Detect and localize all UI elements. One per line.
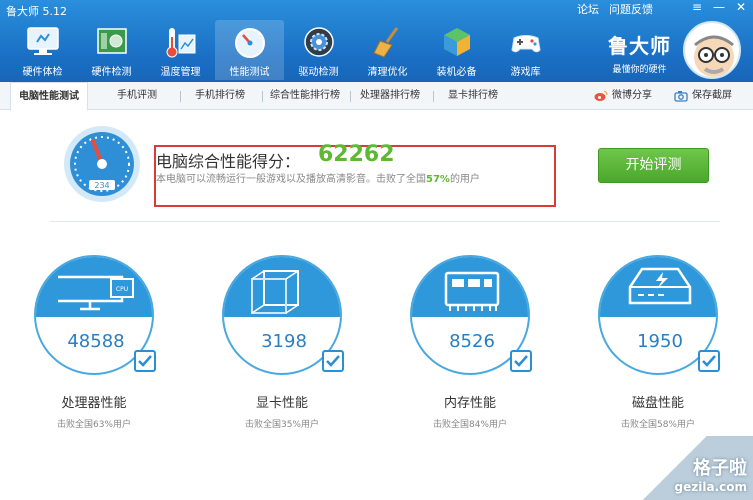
save-screenshot-label: 保存截屏 (692, 90, 732, 101)
start-test-button[interactable]: 开始评测 (598, 148, 709, 183)
nav-essentials[interactable]: 装机必备 (422, 20, 491, 80)
score-label: 电脑综合性能得分： (156, 152, 301, 171)
tab-bar: 电脑性能测试 手机评测 手机排行榜 综合性能排行榜 处理器排行榜 显卡排行榜 微… (0, 82, 753, 111)
nav-label: 清理优化 (367, 67, 408, 78)
weibo-share-button[interactable]: 微博分享 (594, 82, 652, 110)
score-value: 62262 (318, 142, 395, 167)
disk-rank: 击败全国58%用户 (620, 420, 695, 430)
disk-card[interactable]: 1950 磁盘性能 击败全国58%用户 (598, 255, 728, 435)
cpu-rank: 击败全国63%用户 (56, 420, 131, 430)
score-desc-suffix: 的用户 (449, 174, 480, 185)
cpu-score: 48588 (67, 331, 125, 352)
memory-rank: 击败全国84%用户 (432, 420, 507, 430)
nav-label: 性能测试 (229, 67, 270, 78)
broom-icon (368, 24, 408, 60)
section-divider (50, 221, 720, 222)
nav-label: 游戏库 (510, 67, 541, 78)
nav-cleanup[interactable]: 清理优化 (353, 20, 422, 80)
svg-text:CPU: CPU (116, 286, 128, 293)
tab-separator (350, 91, 351, 102)
nav-label: 硬件体检 (22, 67, 63, 78)
score-desc-prefix: 本电脑可以流畅运行一般游戏以及播放高清影音。击败了全国 (156, 174, 426, 185)
nav-hardware-checkup[interactable]: 硬件体检 (8, 20, 77, 80)
watermark: 格子啦 gezila.com (675, 454, 747, 494)
memory-chip-icon (412, 257, 528, 317)
gpu-card[interactable]: 3198 显卡性能 击败全国35%用户 (222, 255, 352, 435)
tab-overall-ranking[interactable]: 综合性能排行榜 (270, 82, 340, 110)
tab-gpu-ranking[interactable]: 显卡排行榜 (448, 82, 498, 110)
nav-hardware-detect[interactable]: 硬件检测 (77, 20, 146, 80)
gauge-icon: 234 (64, 126, 140, 202)
disk-score: 1950 (637, 331, 683, 352)
tab-phone-ranking[interactable]: 手机排行榜 (195, 82, 245, 110)
nav-performance-test[interactable]: 性能测试 (215, 20, 284, 80)
memory-score: 8526 (449, 331, 495, 352)
tab-separator (180, 91, 181, 102)
gpu-cube-icon (224, 257, 340, 317)
memory-card[interactable]: 8526 内存性能 击败全国84%用户 (410, 255, 540, 435)
weibo-share-label: 微博分享 (612, 90, 652, 101)
tab-phone-review[interactable]: 手机评测 (117, 82, 157, 110)
check-icon (134, 350, 156, 372)
gpu-label: 显卡性能 (255, 396, 308, 411)
tab-pc-performance[interactable]: 电脑性能测试 (10, 82, 88, 111)
title-bar: 鲁大师 5.12 论坛 问题反馈 ≡ — ✕ 硬件体检 硬件检测 温度管理 性能… (0, 0, 753, 82)
save-screenshot-button[interactable]: 保存截屏 (674, 82, 732, 110)
nav-label: 硬件检测 (91, 67, 132, 78)
check-icon (698, 350, 720, 372)
nav-game-library[interactable]: 游戏库 (491, 20, 560, 80)
motherboard-icon (92, 24, 132, 60)
cpu-label: 处理器性能 (61, 396, 127, 411)
nav-label: 装机必备 (436, 67, 477, 78)
menu-button[interactable]: ≡ (689, 0, 705, 14)
nav-temperature[interactable]: 温度管理 (146, 20, 215, 80)
check-icon (322, 350, 344, 372)
gpu-score: 3198 (261, 331, 307, 352)
tab-cpu-ranking[interactable]: 处理器排行榜 (360, 82, 420, 110)
score-desc-percent: 57% (426, 174, 450, 185)
top-links: 论坛 问题反馈 (577, 1, 653, 17)
camera-icon (674, 91, 688, 102)
tab-separator (433, 91, 434, 102)
avatar[interactable] (683, 21, 741, 79)
check-icon (510, 350, 532, 372)
cpu-card[interactable]: CPU 48588 处理器性能 击败全国63%用户 (34, 255, 164, 435)
mascot-icon (694, 35, 734, 77)
watermark-url: gezila.com (674, 480, 747, 494)
feedback-link[interactable]: 问题反馈 (609, 1, 653, 17)
minimize-button[interactable]: — (711, 0, 727, 14)
close-button[interactable]: ✕ (733, 0, 749, 14)
gamepad-icon (506, 24, 546, 60)
gear-cd-icon (299, 24, 339, 60)
tab-separator (262, 91, 263, 102)
watermark-text: 格子啦 (693, 458, 747, 479)
hard-disk-icon (600, 257, 716, 317)
speedometer-icon (230, 24, 270, 60)
nav-label: 驱动检测 (298, 67, 339, 78)
disk-label: 磁盘性能 (631, 396, 684, 411)
nav-driver-detect[interactable]: 驱动检测 (284, 20, 353, 80)
weibo-icon (594, 90, 608, 101)
gauge-value: 234 (94, 181, 109, 190)
thermometer-icon (161, 24, 201, 60)
main-nav: 硬件体检 硬件检测 温度管理 性能测试 驱动检测 清理优化 装机必备 游戏库 (8, 20, 560, 80)
cube-icon (437, 24, 477, 60)
monitor-icon (23, 24, 63, 60)
brand-name: 鲁大师 (608, 34, 671, 58)
cpu-monitor-icon: CPU (36, 257, 152, 317)
window-controls: ≡ — ✕ (689, 0, 749, 14)
nav-label: 温度管理 (160, 67, 201, 78)
score-description: 本电脑可以流畅运行一般游戏以及播放高清影音。击败了全国57%的用户 (156, 170, 480, 185)
app-title: 鲁大师 5.12 (6, 5, 67, 18)
brand-slogan: 最懂你的硬件 (612, 65, 667, 75)
brand: 鲁大师 最懂你的硬件 (608, 30, 671, 75)
gpu-rank: 击败全国35%用户 (244, 420, 319, 430)
score-gauge: 234 (62, 124, 142, 204)
memory-label: 内存性能 (443, 396, 496, 411)
forum-link[interactable]: 论坛 (577, 1, 599, 17)
